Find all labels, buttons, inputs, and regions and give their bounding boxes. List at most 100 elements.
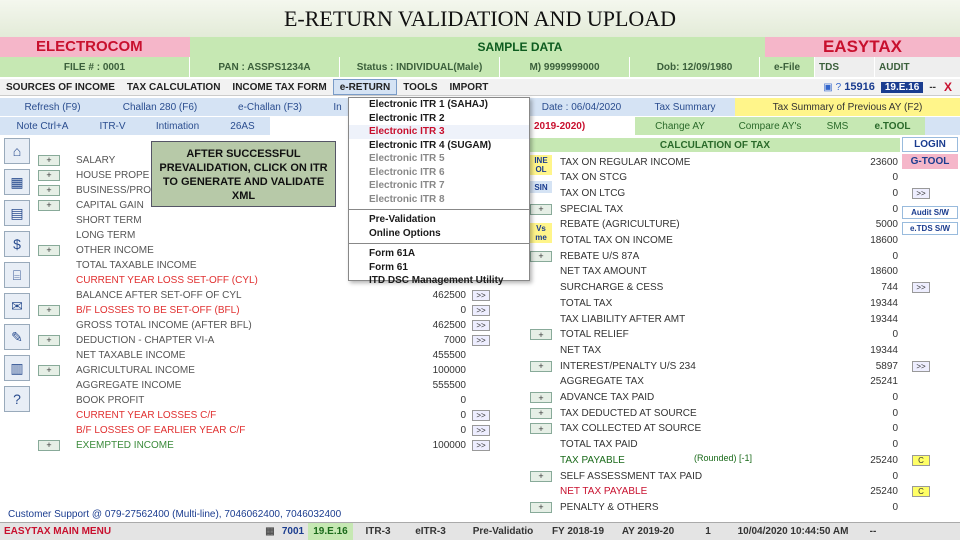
change-ay-button[interactable]: Change AY bbox=[635, 117, 725, 135]
add-button[interactable]: + bbox=[530, 407, 552, 419]
close-button[interactable]: X bbox=[944, 80, 952, 94]
tax-summary-button[interactable]: Tax Summary bbox=[635, 98, 735, 116]
etool-button[interactable]: e.TOOL bbox=[860, 117, 925, 135]
calc-c-button[interactable]: C bbox=[912, 486, 930, 498]
edit-icon[interactable]: ✎ bbox=[4, 324, 30, 350]
status-eitr: eITR-3 bbox=[415, 526, 446, 537]
audit-button[interactable]: AUDIT bbox=[875, 57, 960, 77]
expand-arrow-icon[interactable]: >> bbox=[472, 424, 490, 436]
26as-button[interactable]: 26AS bbox=[215, 117, 270, 135]
income-label: AGGREGATE INCOME bbox=[76, 379, 182, 391]
dropdown-item[interactable]: Electronic ITR 7 bbox=[349, 179, 529, 193]
add-button[interactable]: + bbox=[38, 334, 60, 346]
chat-icon[interactable]: ✉ bbox=[4, 293, 30, 319]
bank-icon[interactable]: ⌸ bbox=[4, 262, 30, 288]
add-button[interactable]: + bbox=[38, 169, 60, 181]
itrv-button[interactable]: ITR-V bbox=[85, 117, 140, 135]
tax-summary-prev-button[interactable]: Tax Summary of Previous AY (F2) bbox=[735, 98, 960, 116]
dropdown-item[interactable]: Electronic ITR 2 bbox=[349, 112, 529, 126]
refresh-button[interactable]: Refresh (F9) bbox=[0, 98, 105, 116]
income-row: GROSS TOTAL INCOME (AFTER BFL) 462500 >> bbox=[38, 318, 490, 332]
compare-ay-button[interactable]: Compare AY's bbox=[725, 117, 815, 135]
echallan-button[interactable]: e-Challan (F3) bbox=[215, 98, 325, 116]
income-label: DEDUCTION - CHAPTER VI-A bbox=[76, 334, 215, 346]
status-code: 7001 bbox=[281, 526, 305, 537]
tax-label: TAX ON REGULAR INCOME bbox=[560, 156, 691, 168]
add-button[interactable]: + bbox=[38, 439, 60, 451]
add-button[interactable]: + bbox=[530, 392, 552, 403]
dropdown-item[interactable]: Pre-Validation bbox=[349, 213, 529, 227]
expand-arrow-icon[interactable]: >> bbox=[472, 319, 490, 331]
dropdown-item[interactable]: Electronic ITR 4 (SUGAM) bbox=[349, 139, 529, 153]
minimize-button[interactable]: -- bbox=[929, 82, 936, 93]
add-button[interactable]: + bbox=[530, 360, 552, 372]
add-button[interactable]: + bbox=[530, 329, 552, 341]
menu-import[interactable]: IMPORT bbox=[444, 79, 495, 95]
add-button[interactable]: + bbox=[38, 364, 60, 376]
dropdown-item[interactable]: Form 61A bbox=[349, 247, 529, 261]
expand-arrow-icon[interactable]: >> bbox=[472, 334, 490, 346]
status-fy: FY 2018-19 bbox=[551, 526, 605, 537]
tds-button[interactable]: TDS bbox=[815, 57, 875, 77]
expand-arrow-icon[interactable]: >> bbox=[472, 289, 490, 301]
calculator-icon[interactable]: ▤ bbox=[4, 200, 30, 226]
tax-label: TOTAL TAX PAID bbox=[560, 439, 638, 451]
calendar-icon[interactable]: ▦ bbox=[4, 169, 30, 195]
menu-income-tax-form[interactable]: INCOME TAX FORM bbox=[226, 79, 332, 95]
dropdown-item[interactable]: Electronic ITR 8 bbox=[349, 193, 529, 207]
dropdown-item[interactable]: Electronic ITR 6 bbox=[349, 166, 529, 180]
tax-label: ADVANCE TAX PAID bbox=[560, 392, 655, 403]
expand-arrow-icon[interactable]: >> bbox=[472, 304, 490, 316]
add-button[interactable]: + bbox=[38, 199, 60, 211]
calculator-status-icon[interactable]: ▦ bbox=[262, 526, 278, 537]
add-button[interactable]: + bbox=[530, 501, 552, 513]
income-value: 0 bbox=[460, 409, 466, 421]
add-button[interactable]: + bbox=[530, 423, 552, 435]
main-menu-button[interactable]: EASYTAX MAIN MENU bbox=[0, 523, 262, 540]
dropdown-item[interactable]: Electronic ITR 3 bbox=[349, 125, 529, 139]
dropdown-item[interactable]: Online Options bbox=[349, 227, 529, 241]
file-number: FILE # : 0001 bbox=[0, 57, 190, 77]
intimation-button[interactable]: Intimation bbox=[140, 117, 215, 135]
challan-button[interactable]: Challan 280 (F6) bbox=[105, 98, 215, 116]
dropdown-item[interactable]: Electronic ITR 1 (SAHAJ) bbox=[349, 98, 529, 112]
help-circle-icon[interactable]: ? bbox=[4, 386, 30, 412]
expand-arrow-icon[interactable]: >> bbox=[472, 409, 490, 421]
add-button[interactable]: + bbox=[530, 250, 552, 262]
toolbar-partial[interactable]: In bbox=[325, 98, 350, 116]
add-button[interactable]: + bbox=[38, 244, 60, 256]
home-icon[interactable]: ⌂ bbox=[4, 138, 30, 164]
dropdown-item[interactable]: Electronic ITR 5 bbox=[349, 152, 529, 166]
tax-label: TAX COLLECTED AT SOURCE bbox=[560, 423, 702, 435]
expand-arrow-icon[interactable]: >> bbox=[472, 439, 490, 451]
add-button[interactable]: + bbox=[38, 154, 60, 166]
help-icon[interactable]: ? bbox=[836, 82, 842, 93]
expand-arrow-icon[interactable]: >> bbox=[912, 360, 930, 372]
calc-c-button[interactable]: C bbox=[912, 454, 930, 466]
sms-button[interactable]: SMS bbox=[815, 117, 860, 135]
add-button[interactable]: + bbox=[38, 184, 60, 196]
tax-row: + PENALTY & OTHERS 0 bbox=[530, 500, 930, 514]
menu-tax-calculation[interactable]: TAX CALCULATION bbox=[121, 79, 227, 95]
add-button[interactable]: + bbox=[38, 304, 60, 316]
money-icon[interactable]: $ bbox=[4, 231, 30, 257]
income-row: + EXEMPTED INCOME 100000 >> bbox=[38, 438, 490, 452]
tax-row: TAX LIABILITY AFTER AMT 19344 bbox=[530, 312, 930, 326]
menu-tools[interactable]: TOOLS bbox=[397, 79, 443, 95]
dropdown-item[interactable]: Form 61 bbox=[349, 261, 529, 275]
save-icon[interactable]: ▣ bbox=[823, 82, 832, 93]
tax-value: 19344 bbox=[870, 313, 898, 325]
tax-value: 0 bbox=[892, 439, 898, 451]
login-button[interactable]: LOGIN bbox=[902, 137, 958, 152]
add-button[interactable]: + bbox=[530, 470, 552, 482]
brand-label: ELECTROCOM bbox=[0, 37, 190, 57]
menu-e-return[interactable]: e-RETURN bbox=[332, 79, 398, 95]
efile-button[interactable]: e-File bbox=[760, 57, 815, 77]
add-button[interactable]: + bbox=[530, 203, 552, 215]
menu-sources-of-income[interactable]: SOURCES OF INCOME bbox=[0, 79, 121, 95]
expand-arrow-icon[interactable]: >> bbox=[912, 282, 930, 294]
expand-arrow-icon[interactable]: >> bbox=[912, 187, 930, 199]
document-icon[interactable]: ▥ bbox=[4, 355, 30, 381]
note-button[interactable]: Note Ctrl+A bbox=[0, 117, 85, 135]
dropdown-item[interactable]: ITD DSC Management Utility bbox=[349, 274, 529, 288]
